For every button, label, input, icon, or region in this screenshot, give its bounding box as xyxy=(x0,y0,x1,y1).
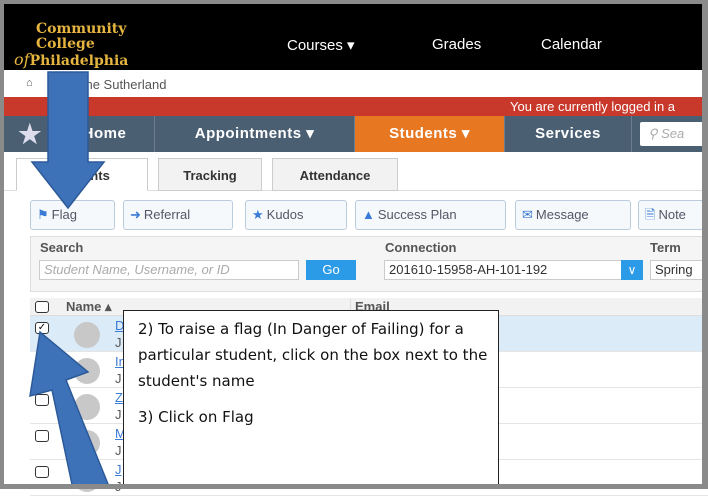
up-arrow-icon xyxy=(29,330,111,489)
down-arrow-icon xyxy=(30,71,106,210)
annotation-arrows xyxy=(29,71,111,489)
